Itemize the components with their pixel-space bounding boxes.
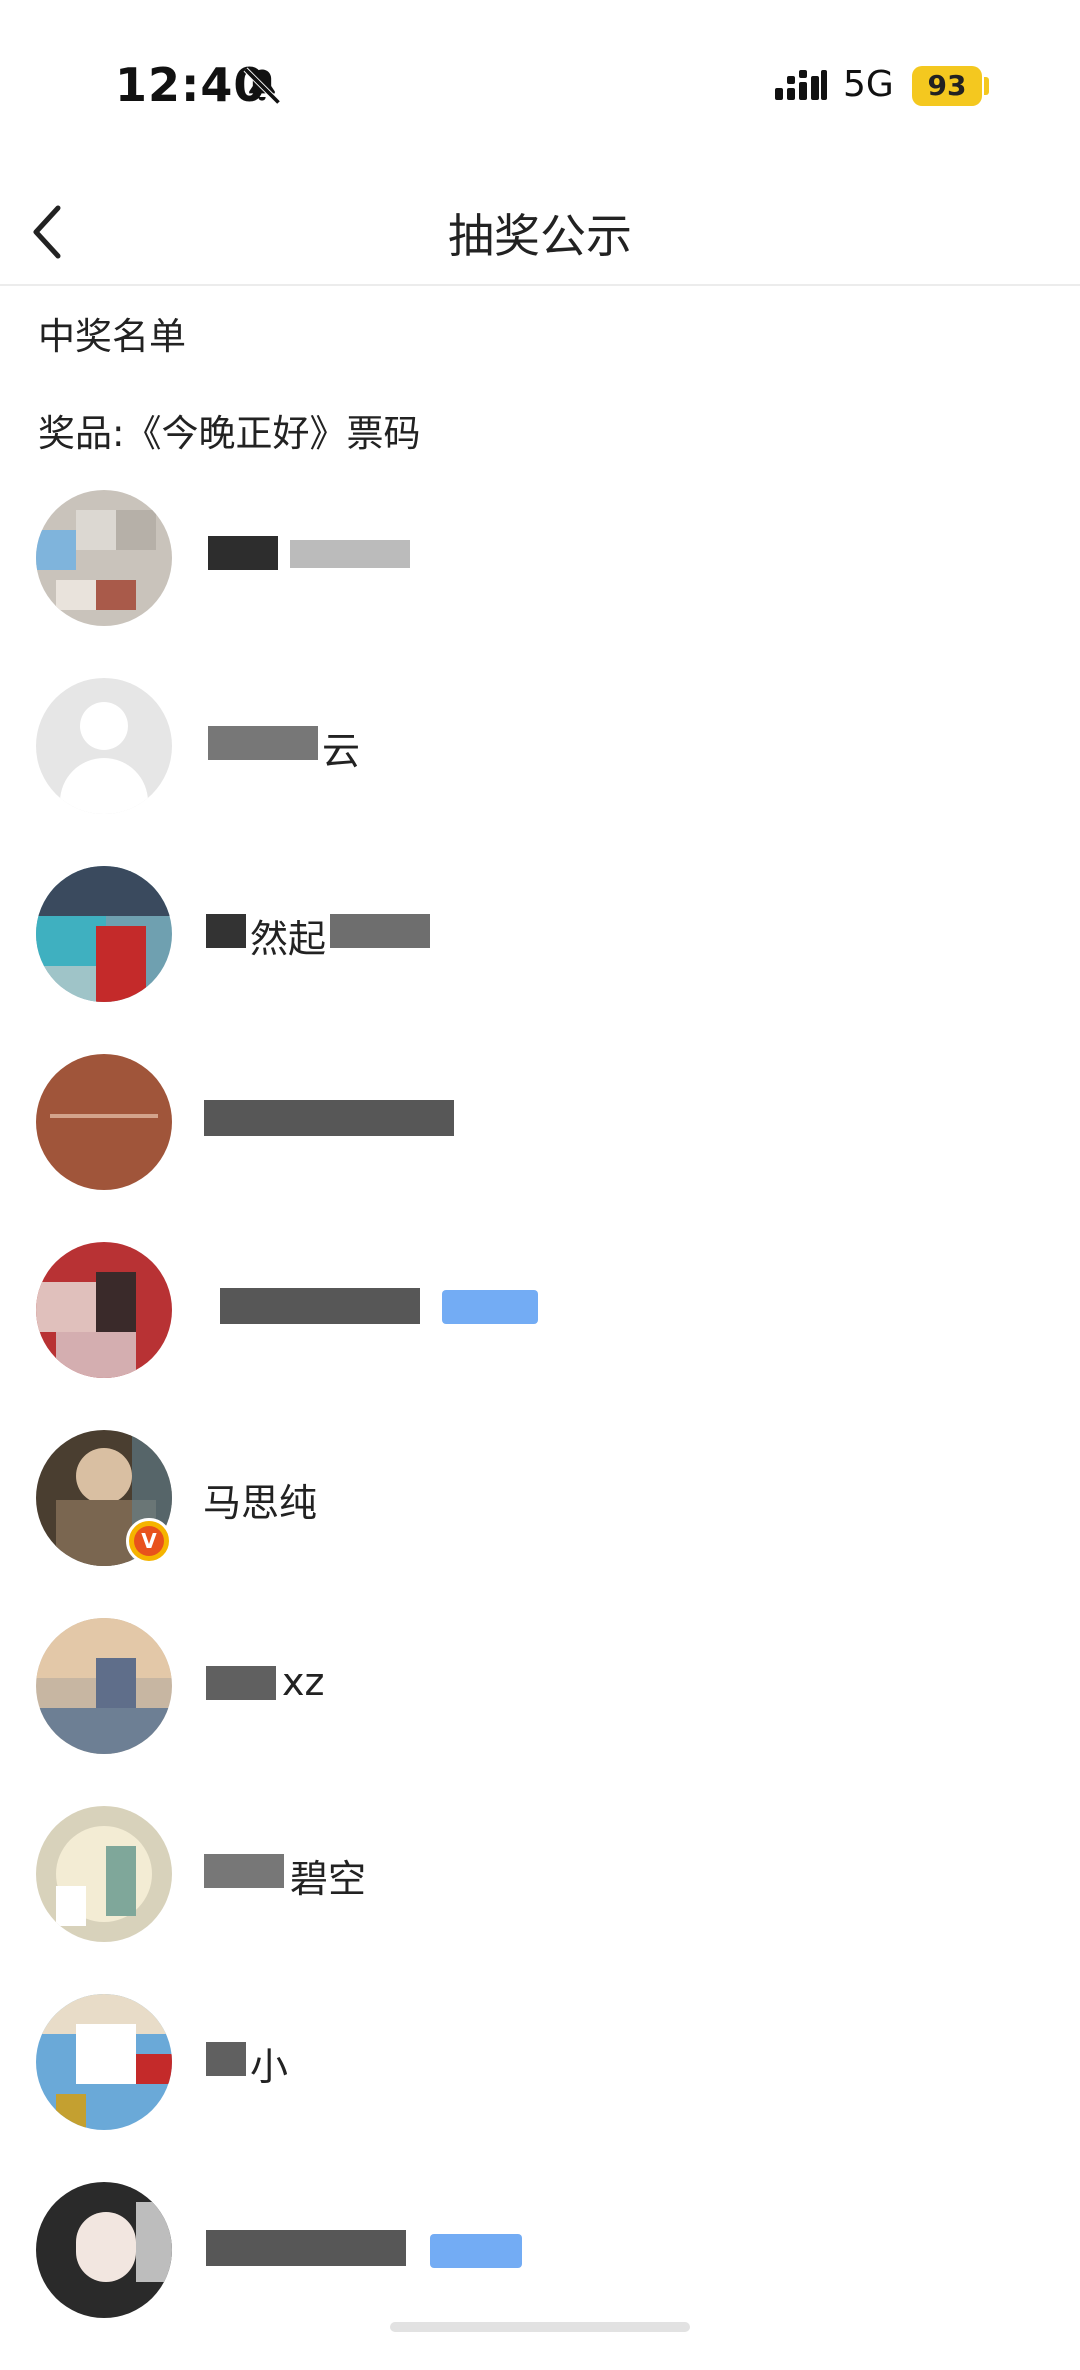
battery-level: 93 [912,66,982,106]
winner-item[interactable]: xz [0,1618,1080,1806]
name-mosaic [206,1666,276,1700]
name-mosaic [206,2230,406,2266]
winner-item[interactable]: V 马思纯 [0,1430,1080,1618]
bell-off-icon [243,67,281,105]
battery-tip [984,77,989,95]
winner-name: 碧空 [290,1857,367,1901]
avatar[interactable] [36,1618,172,1754]
name-mosaic [204,1100,454,1136]
name-mosaic [208,536,278,570]
home-indicator [390,2322,690,2332]
nav-bar: 抽奖公示 [0,180,1080,286]
winner-item[interactable] [0,490,1080,678]
name-mosaic [206,2042,246,2076]
status-bar: 12:40 5G 93 [0,0,1080,180]
prize-text: 奖品:《今晚正好》票码 [38,412,421,455]
avatar[interactable] [36,1994,172,2130]
winner-name: 然起 [250,917,327,961]
name-mosaic [220,1288,420,1324]
winner-item[interactable] [0,2182,1080,2370]
signal-icon [775,70,827,100]
avatar[interactable] [36,1054,172,1190]
winner-item[interactable] [0,1054,1080,1242]
winner-item[interactable] [0,1242,1080,1430]
tag-badge [430,2234,522,2268]
avatar[interactable] [36,678,172,814]
winner-name: 小 [250,2045,289,2089]
winner-item[interactable]: 小 [0,1994,1080,2182]
tag-badge [442,1290,538,1324]
name-mosaic [204,1854,284,1888]
name-mosaic [208,726,318,760]
avatar[interactable] [36,1242,172,1378]
avatar[interactable] [36,1806,172,1942]
verified-badge: V [126,1518,172,1564]
winner-name: 马思纯 [203,1481,318,1525]
winner-item[interactable]: 然起 [0,866,1080,1054]
network-type: 5G [843,64,894,105]
avatar[interactable] [36,490,172,626]
winner-name: 云 [322,729,361,773]
name-mosaic [290,540,410,568]
winner-name: xz [282,1660,325,1704]
page-title: 抽奖公示 [448,209,632,263]
name-mosaic [206,914,246,948]
winner-item[interactable]: 碧空 [0,1806,1080,1994]
winners-heading: 中奖名单 [38,315,186,358]
avatar[interactable] [36,2182,172,2318]
winner-list: 云 然起 V 马思纯 xz 碧空 小 [0,490,1080,2370]
avatar[interactable] [36,866,172,1002]
winner-item[interactable]: 云 [0,678,1080,866]
name-mosaic [330,914,430,948]
